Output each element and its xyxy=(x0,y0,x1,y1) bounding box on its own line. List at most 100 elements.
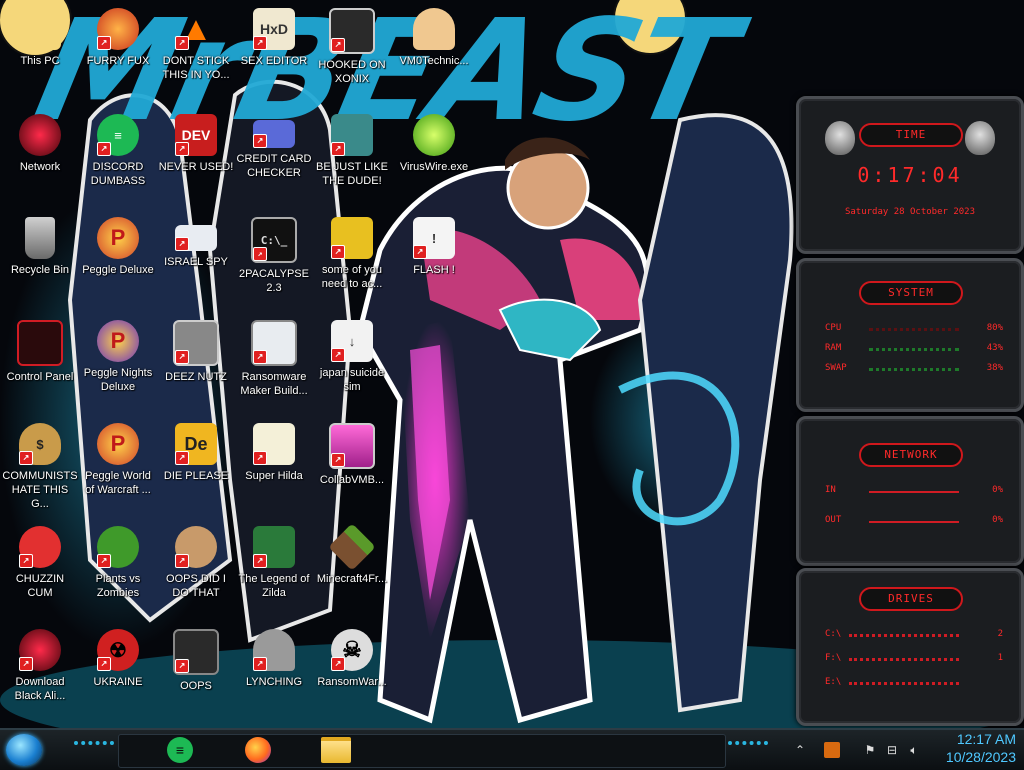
desktop-icon-ransomwar[interactable]: ☠ ↗ RansomWar... xyxy=(312,623,392,719)
desktop-icon-sex-editor[interactable]: HxD ↗ SEX EDITOR xyxy=(234,2,314,98)
desktop-icon-credit-card-checker[interactable]: ↗ CREDIT CARD CHECKER xyxy=(234,108,314,204)
network-tray-icon[interactable]: ⊟ xyxy=(884,742,900,758)
desktop-icon-ukraine[interactable]: ☢ ↗ UKRAINE xyxy=(78,623,158,719)
this-pc-icon xyxy=(19,8,61,50)
taskbar-decoration-right xyxy=(728,741,768,753)
time-gadget[interactable]: TIME 0:17:04 Saturday 28 October 2023 xyxy=(796,96,1024,254)
drive-f-value: 1 xyxy=(997,653,1003,663)
alienware-icon: ↗ xyxy=(19,629,61,671)
desktop-icon-collabvm[interactable]: ↗ CollabVMB... xyxy=(312,417,392,513)
icon-label: ISRAEL SPY xyxy=(164,256,228,268)
drive-e-label: E:\ xyxy=(825,677,842,687)
taskbar-pin-firefox[interactable] xyxy=(238,734,278,766)
network-gadget[interactable]: NETWORK IN 0% OUT 0% xyxy=(796,416,1024,566)
drive-e-bar xyxy=(849,682,959,688)
network-in-row: IN 0% xyxy=(825,485,1003,499)
hex-editor-icon: HxD ↗ xyxy=(253,8,295,50)
icon-label: CollabVMB... xyxy=(319,474,385,486)
taskbar-pin-spotify[interactable]: ≡ xyxy=(160,734,200,766)
desktop-icon-recycle-bin[interactable]: Recycle Bin xyxy=(0,211,80,307)
desktop-icon-lynching[interactable]: ↗ LYNCHING xyxy=(234,623,314,719)
desktop-icon-peggle-deluxe[interactable]: P Peggle Deluxe xyxy=(78,211,158,307)
drive-c-label: C:\ xyxy=(825,629,842,639)
icon-label: FURRY FUX xyxy=(86,55,150,67)
network-in-graph xyxy=(869,491,959,496)
portrait-icon: ↗ xyxy=(175,526,217,568)
desktop-icon-network[interactable]: Network xyxy=(0,108,80,204)
desktop-icon-oops[interactable]: ↗ OOPS xyxy=(156,623,236,719)
radiation-icon: ☢ ↗ xyxy=(97,629,139,671)
desktop-icon-viruswire[interactable]: VirusWire.exe xyxy=(394,108,474,204)
desktop-icon-die-please[interactable]: De ↗ DIE PLEASE xyxy=(156,417,236,513)
desktop-icon-this-pc[interactable]: This PC xyxy=(0,2,80,98)
desktop-icon-peggle-wow[interactable]: P Peggle World of Warcraft ... xyxy=(78,417,158,513)
desktop-icon-hooked-on-xonix[interactable]: ↗ HOOKED ON XONIX xyxy=(312,2,392,98)
firefox-icon xyxy=(245,737,271,763)
desktop-icon-legend-of-zilda[interactable]: ↗ The Legend of Zilda xyxy=(234,520,314,616)
taskbar-clock-time[interactable]: 12:17 AM xyxy=(957,731,1016,747)
network-out-graph xyxy=(869,521,959,526)
tray-app-icon[interactable] xyxy=(824,742,840,758)
control-panel-icon xyxy=(17,320,63,366)
icon-label: BE JUST LIKE THE DUDE! xyxy=(316,161,388,187)
desktop-icon-super-hilda[interactable]: ↗ Super Hilda xyxy=(234,417,314,513)
icon-label: LYNCHING xyxy=(245,676,303,688)
tray-flag-icon[interactable]: ⚑ xyxy=(862,742,878,758)
icon-label: The Legend of Zilda xyxy=(238,573,310,599)
ram-value: 43% xyxy=(986,343,1003,353)
icon-label: NEVER USED! xyxy=(158,161,234,173)
desktop-icon-vm0technic[interactable]: VM0Technic... xyxy=(394,2,474,98)
drive-c-value: 2 xyxy=(997,629,1003,639)
desktop-icon-deez-nutz[interactable]: ↗ DEEZ NUTZ xyxy=(156,314,236,410)
icon-label: OOPS DID I DO THAT xyxy=(166,573,226,599)
drives-gadget[interactable]: DRIVES C:\ 2 F:\ 1 E:\ xyxy=(796,568,1024,726)
recycle-bin-icon xyxy=(25,217,55,259)
ram-bar xyxy=(869,348,959,354)
icon-label: COMMUNISTS HATE THIS G... xyxy=(2,470,78,510)
desktop-icon-japan-suicide-sim[interactable]: ↓ ↗ japan suicide sim xyxy=(312,314,392,410)
vlc-cone-icon: ▲ ↗ xyxy=(175,8,217,50)
desktop-icon-ransomware-maker[interactable]: ↗ Ransomware Maker Build... xyxy=(234,314,314,410)
xonix-icon: ↗ xyxy=(329,8,375,54)
taskbar-tasks-area xyxy=(118,734,726,768)
volume-icon[interactable]: 🔈︎ xyxy=(906,742,922,758)
desktop-icon-chuzzin[interactable]: ↗ CHUZZIN CUM xyxy=(0,520,80,616)
desktop-icon-download-black-ali[interactable]: ↗ Download Black Ali... xyxy=(0,623,80,719)
time-gadget-title: TIME xyxy=(859,123,963,147)
icon-label: Download Black Ali... xyxy=(14,676,66,702)
desktop-icon-flash[interactable]: ! ↗ FLASH ! xyxy=(394,211,474,307)
drives-gadget-title: DRIVES xyxy=(859,587,963,611)
plants-vs-zombies-icon: ↗ xyxy=(97,526,139,568)
minecraft-block-icon xyxy=(328,523,376,571)
desktop-icon-minecraft[interactable]: Minecraft4Fr... xyxy=(312,520,392,616)
taskbar-clock-date[interactable]: 10/28/2023 xyxy=(946,749,1016,765)
desktop-icon-discord-dumbass[interactable]: ≡ ↗ DISCORD DUMBASS xyxy=(78,108,158,204)
beaver-icon: ↗ xyxy=(331,217,373,259)
show-hidden-icons-chevron-icon[interactable]: ⌃ xyxy=(792,742,808,758)
system-gadget[interactable]: SYSTEM CPU 80% RAM 43% SWAP 38% xyxy=(796,258,1024,412)
swap-label: SWAP xyxy=(825,363,847,373)
oops-icon: ↗ xyxy=(173,629,219,675)
desktop-icon-peggle-nights[interactable]: P Peggle Nights Deluxe xyxy=(78,314,158,410)
desktop-icon-furry-fux[interactable]: ↗ FURRY FUX xyxy=(78,2,158,98)
doctor-icon xyxy=(413,8,455,50)
desktop-icon-control-panel[interactable]: Control Panel xyxy=(0,314,80,410)
desktop-icon-some-of-you[interactable]: ↗ some of you need to ac... xyxy=(312,211,392,307)
icon-label: Plants vs Zombies xyxy=(95,573,141,599)
desktop-icon-be-just-like-the-dude[interactable]: ↗ BE JUST LIKE THE DUDE! xyxy=(312,108,392,204)
start-button[interactable] xyxy=(6,734,42,766)
alien-head-icon xyxy=(965,121,995,155)
icon-label: CHUZZIN CUM xyxy=(15,573,65,599)
desktop-icon-communists[interactable]: $ ↗ COMMUNISTS HATE THIS G... xyxy=(0,417,80,513)
desktop-icon-israel-spy[interactable]: ↗ ISRAEL SPY xyxy=(156,211,236,307)
desktop-icon-oops-did-i[interactable]: ↗ OOPS DID I DO THAT xyxy=(156,520,236,616)
desktop-icon-never-used[interactable]: DEV ↗ NEVER USED! xyxy=(156,108,236,204)
taskbar: ≡ ⌃ ⚑ ⊟ 🔈︎ 12:17 AM 10/28/2023 xyxy=(0,728,1024,770)
peggle-icon: P xyxy=(97,217,139,259)
network-in-label: IN xyxy=(825,485,836,495)
icon-label: Control Panel xyxy=(6,371,74,383)
desktop-icon-2pacalypse[interactable]: C:\_ ↗ 2PACALYPSE 2.3 xyxy=(234,211,314,307)
desktop-icon-dont-stick[interactable]: ▲ ↗ DONT STICK THIS IN YO... xyxy=(156,2,236,98)
desktop-icon-plants-vs-zombies[interactable]: ↗ Plants vs Zombies xyxy=(78,520,158,616)
taskbar-pin-file-explorer[interactable] xyxy=(316,734,356,766)
